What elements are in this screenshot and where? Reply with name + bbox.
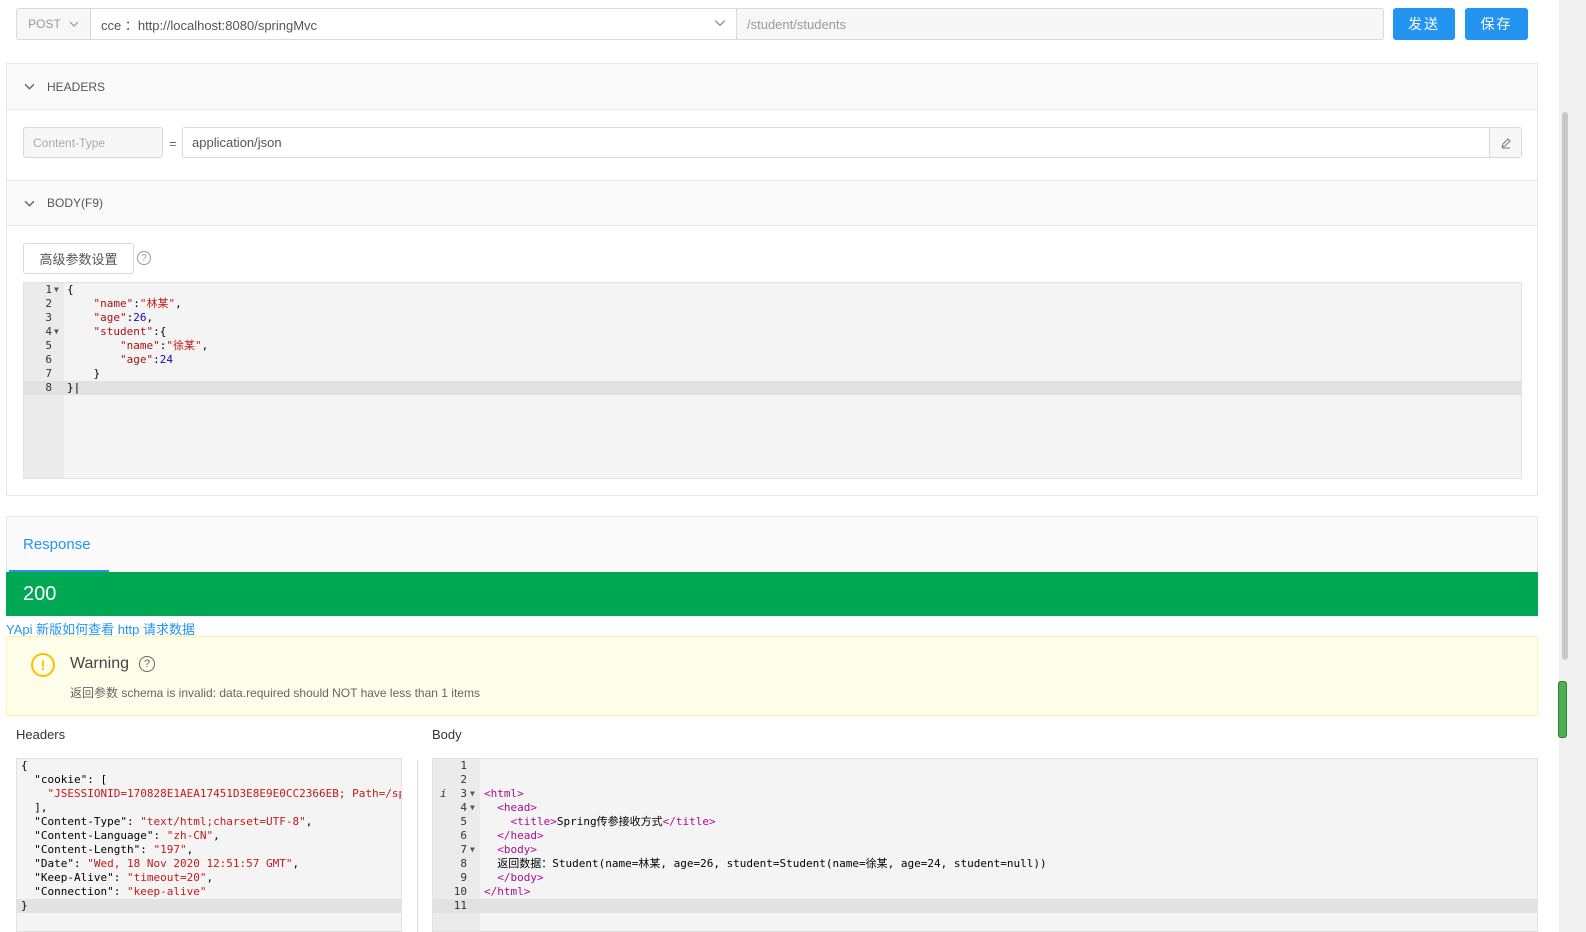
response-headers-label: Headers [16,727,66,742]
request-bar: POST cce ：http://localhost:8080/springMv… [16,8,1384,40]
code-line: 7 } [45,367,101,380]
yapi-request-page: POST cce ：http://localhost:8080/springMv… [0,0,1586,932]
code-line: 6 "age":24 [45,353,173,366]
tab-response[interactable]: Response [23,536,91,553]
code-line: 5 <title>Spring传参接收方式</title> [460,815,716,828]
chevron-down-icon [714,20,726,27]
code-line: "JSESSIONID=170828E1AEA17451D3E8E9E0CC23… [47,787,402,800]
code-line: 7 ▼ <body> [460,843,537,856]
code-line: 2 "name":"林某", [45,297,182,310]
response-body-label: Body [432,727,462,742]
code-line: 3 "age":26, [45,311,154,324]
env-value: cce ：http://localhost:8080/springMvc [101,17,318,33]
equals-sign: = [169,136,177,151]
question-circle-icon[interactable]: ? [137,251,151,265]
scroll-indicator [1558,681,1567,738]
code-line: 5 "name":"徐某", [45,339,209,352]
method-value: POST [28,17,61,31]
headers-section-header[interactable]: HEADERS [7,64,1537,110]
response-headers-editor[interactable]: { "cookie": [ "JSESSIONID=170828E1AEA174… [16,758,402,932]
code-line: 10 </html> [453,885,531,898]
code-line: 8 返回数据：Student(name=林某, age=26, student=… [460,857,1047,870]
advanced-params-button[interactable]: 高级参数设置 [23,243,134,274]
code-line: "Content-Language": "zh-CN", [21,829,220,842]
body-code-editor[interactable]: 1 ▼{ 2 "name":"林某", 3 "age":26, 4 ▼ "stude… [23,282,1522,479]
code-line: 9 </body> [460,871,544,884]
env-select[interactable]: cce ：http://localhost:8080/springMvc [91,9,737,39]
code-line: 2 [460,773,467,786]
code-line: 11 [433,899,1537,913]
code-line: "Date": "Wed, 18 Nov 2020 12:51:57 GMT", [21,857,300,870]
code-line: 1 ▼{ [45,283,74,296]
body-section-header[interactable]: BODY(F9) [7,180,1537,226]
method-select[interactable]: POST [17,9,91,39]
exclamation-circle-icon: ! [31,653,55,677]
column-divider [417,760,418,932]
save-button[interactable]: 保存 [1465,8,1528,40]
status-code-bar: 200 [6,572,1538,616]
code-line: } [17,899,401,913]
request-card: HEADERS Content-Type = application/json … [6,63,1538,496]
body-section-title: BODY(F9) [47,196,104,210]
code-line: "Keep-Alive": "timeout=20", [21,871,214,884]
send-button[interactable]: 发送 [1393,8,1455,40]
headers-section-title: HEADERS [47,79,106,94]
warning-title: Warning [70,655,129,672]
warning-alert: ! Warning ? 返回参数 schema is invalid: data… [6,636,1538,716]
code-line: "cookie": [ [21,773,108,786]
header-value-input[interactable]: application/json [182,127,1522,158]
warning-message: 返回参数 schema is invalid: data.required sh… [70,686,480,700]
question-circle-icon[interactable]: ? [139,656,155,672]
code-line: "Content-Length": "197", [21,843,194,856]
path-input[interactable]: /student/students [737,9,1383,39]
response-tabs: Response [6,516,1538,572]
code-line: ], [21,801,48,814]
scrollbar-thumb[interactable] [1562,112,1568,660]
path-value: /student/students [747,16,847,32]
chevron-down-icon [24,200,35,207]
chevron-down-icon [24,83,35,90]
code-line: 1 [460,759,467,772]
code-line: 8}| [24,381,1521,395]
code-line: "Connection": "keep-alive" [21,885,207,898]
status-code: 200 [23,582,57,605]
response-body-editor[interactable]: 1 2 i 3 ▼ <html> 4 ▼ <head> 5 <title>Spring传… [432,758,1538,932]
pencil-icon [1500,137,1511,148]
code-line: { [21,759,28,772]
header-key-input[interactable]: Content-Type [23,127,163,158]
header-value: application/json [192,135,282,150]
code-line: 6 </head> [460,829,544,842]
code-line: 4 ▼ <head> [460,801,537,814]
chevron-down-icon [69,21,79,27]
code-line: 4 ▼ "student":{ [45,325,167,338]
code-line: i 3 ▼ <html> [440,787,524,800]
edit-header-button[interactable] [1489,128,1521,157]
code-line: "Content-Type": "text/html;charset=UTF-8… [21,815,313,828]
